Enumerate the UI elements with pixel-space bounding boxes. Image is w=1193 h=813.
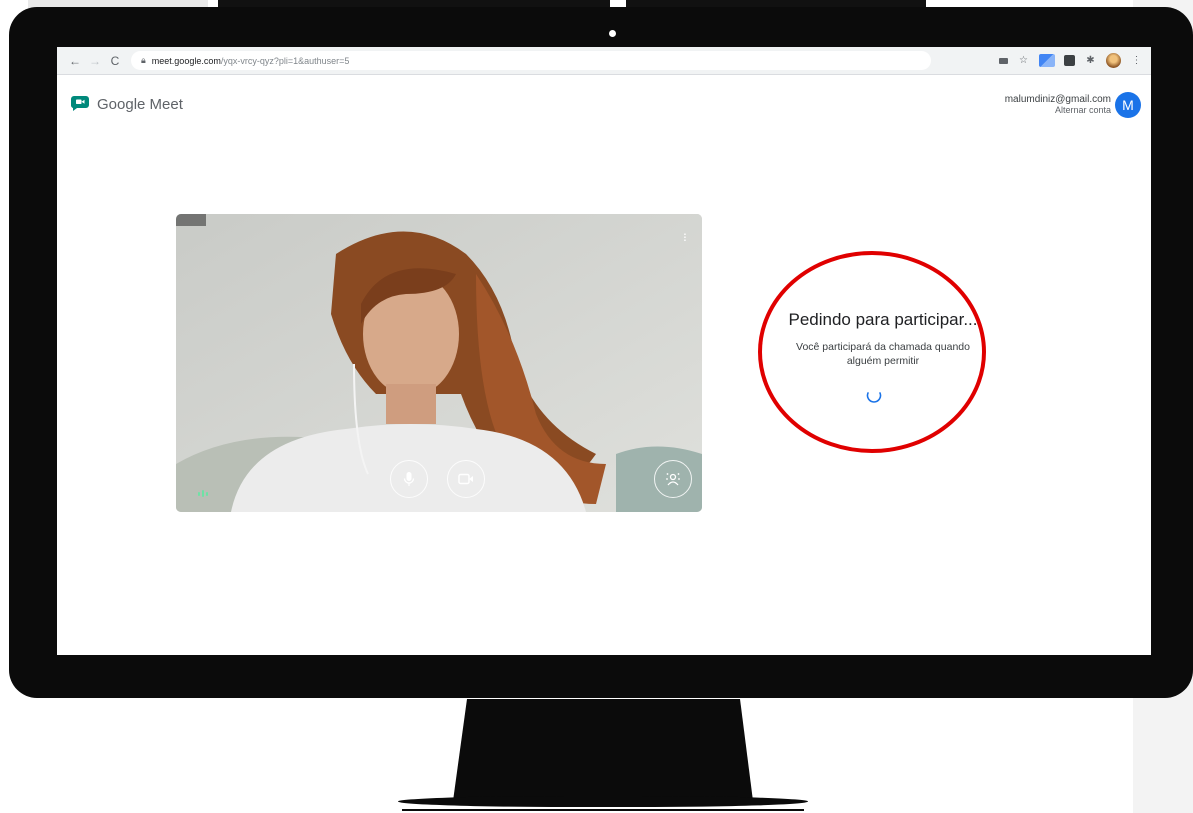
bookmark-star-icon[interactable]: ☆ [1017, 54, 1030, 67]
monitor-frame: ← → C 🔒︎ meet.google.com /yqx-vrcy-qyz?p… [9, 7, 1193, 698]
microphone-button[interactable] [390, 460, 428, 498]
highlight-circle [758, 251, 986, 453]
url-path: /yqx-vrcy-qyz?pli=1&authuser=5 [220, 55, 350, 66]
forward-button[interactable]: → [85, 54, 105, 68]
url-host: meet.google.com [151, 55, 221, 66]
reload-button[interactable]: C [105, 54, 125, 68]
audio-level-icon [198, 490, 208, 497]
puzzle-extensions-icon[interactable]: ✱ [1084, 54, 1097, 67]
extension-icon[interactable] [1039, 54, 1055, 67]
browser-menu-icon[interactable]: ⋮ [1130, 54, 1143, 67]
app-name: Google Meet [97, 96, 183, 113]
monitor-stand [453, 699, 753, 801]
switch-account-link[interactable]: Alternar conta [1005, 105, 1111, 116]
microphone-icon [403, 472, 415, 486]
more-options-icon[interactable]: · · · [682, 226, 688, 246]
address-bar[interactable]: 🔒︎ meet.google.com /yqx-vrcy-qyz?pli=1&a… [131, 51, 931, 70]
video-camera-icon [458, 473, 473, 485]
self-view-video: · · · [176, 214, 702, 512]
extension-icon[interactable] [1064, 55, 1075, 66]
account-email: malumdiniz@gmail.com [1004, 94, 1111, 105]
google-meet-logo-icon [71, 96, 89, 111]
camera-feed-image [176, 214, 702, 512]
extension-icons: ☆ ✱ ⋮ [999, 53, 1143, 68]
camera-button[interactable] [447, 460, 485, 498]
monitor-stand-base [398, 796, 808, 807]
webcam-dot [609, 30, 616, 37]
profile-avatar-icon[interactable] [1106, 53, 1121, 68]
account-info: malumdiniz@gmail.com Alternar conta [1005, 94, 1111, 116]
browser-toolbar: ← → C 🔒︎ meet.google.com /yqx-vrcy-qyz?p… [57, 47, 1151, 75]
visual-effects-icon [666, 473, 680, 486]
visual-effects-button[interactable] [654, 460, 692, 498]
back-button[interactable]: ← [65, 54, 85, 68]
monitor-stand-base-edge [402, 809, 804, 811]
camera-indicator-icon[interactable] [999, 57, 1008, 64]
account-avatar[interactable]: M [1115, 92, 1141, 118]
lock-icon: 🔒︎ [141, 55, 146, 65]
